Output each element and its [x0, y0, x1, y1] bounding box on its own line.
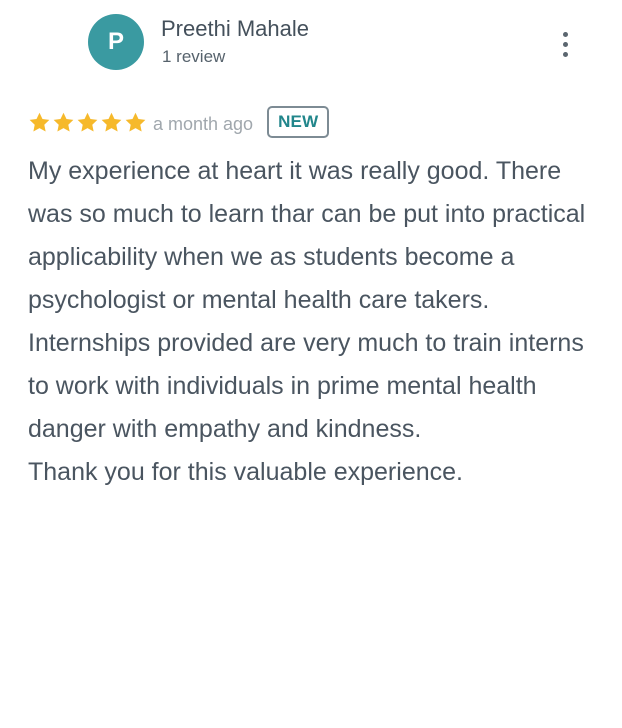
more-vert-icon — [562, 31, 568, 37]
star-icon — [53, 112, 74, 132]
star-icon — [77, 112, 98, 132]
review-date: a month ago — [153, 113, 254, 134]
star-icon — [101, 112, 122, 132]
more-vert-icon — [562, 41, 568, 47]
rating-row: a month ago NEW — [28, 104, 330, 140]
star-icon — [125, 112, 146, 132]
review-card: P Preethi Mahale 1 review a month ago NE… — [0, 0, 622, 728]
star-rating — [28, 111, 147, 134]
more-options-button[interactable] — [548, 24, 582, 64]
avatar[interactable]: P — [88, 14, 144, 70]
review-text: My experience at heart it was really goo… — [28, 157, 586, 486]
review-count: 1 review — [162, 47, 226, 66]
star-icon — [29, 112, 50, 132]
reviewer-name[interactable]: Preethi Mahale — [161, 16, 309, 42]
more-vert-icon — [562, 51, 568, 57]
new-badge: NEW — [267, 106, 330, 138]
